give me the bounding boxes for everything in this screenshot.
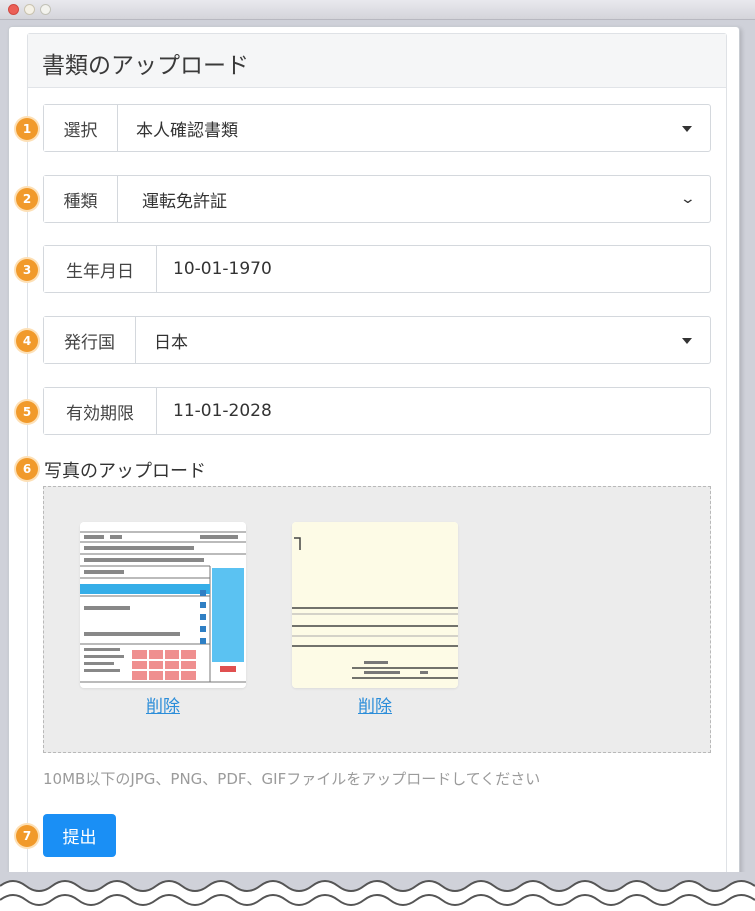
delete-photo-1-link[interactable]: 削除: [80, 692, 246, 717]
document-type-select[interactable]: 種類 運転免許証 ⌄: [43, 175, 711, 223]
zoom-window-icon[interactable]: [40, 4, 51, 15]
page-title: 書類のアップロード: [28, 34, 726, 88]
caret-down-icon: [682, 126, 692, 132]
birth-date-field[interactable]: 生年月日 10-01-1970: [43, 245, 711, 293]
license-front-thumbnail: [80, 522, 246, 688]
document-category-select[interactable]: 選択 本人確認書類: [43, 104, 711, 152]
issuing-country-select[interactable]: 発行国 日本: [43, 316, 711, 364]
chevron-down-icon: ⌄: [679, 191, 697, 207]
step-badge-1: 1: [16, 118, 38, 140]
step-badge-6: 6: [16, 458, 38, 480]
expiry-date-value[interactable]: 11-01-2028: [157, 388, 710, 434]
expiry-date-field[interactable]: 有効期限 11-01-2028: [43, 387, 711, 435]
minimize-window-icon[interactable]: [24, 4, 35, 15]
expiry-date-label: 有効期限: [44, 388, 157, 434]
photo-upload-label: 写真のアップロード: [44, 461, 206, 482]
license-front-image: [80, 522, 246, 688]
torn-edge-divider: [0, 872, 755, 911]
step-badge-2: 2: [16, 188, 38, 210]
step-badge-7: 7: [16, 825, 38, 847]
step-badge-4: 4: [16, 330, 38, 352]
document-type-value: 運転免許証: [142, 191, 227, 212]
document-category-label: 選択: [44, 105, 118, 151]
license-back-thumbnail: [292, 522, 458, 688]
document-category-value: 本人確認書類: [136, 120, 238, 141]
issuing-country-value: 日本: [154, 332, 188, 353]
caret-down-icon: [682, 338, 692, 344]
delete-photo-2-link[interactable]: 削除: [292, 692, 458, 717]
window-titlebar: [0, 0, 755, 20]
document-type-label: 種類: [44, 176, 118, 222]
birth-date-label: 生年月日: [44, 246, 157, 292]
issuing-country-label: 発行国: [44, 317, 136, 363]
submit-button[interactable]: 提出: [43, 814, 116, 857]
close-window-icon[interactable]: [8, 4, 19, 15]
license-back-image: [292, 522, 458, 688]
step-badge-5: 5: [16, 401, 38, 423]
upload-hint-text: 10MB以下のJPG、PNG、PDF、GIFファイルをアップロードしてください: [43, 770, 541, 788]
birth-date-value[interactable]: 10-01-1970: [157, 246, 710, 292]
step-badge-3: 3: [16, 259, 38, 281]
